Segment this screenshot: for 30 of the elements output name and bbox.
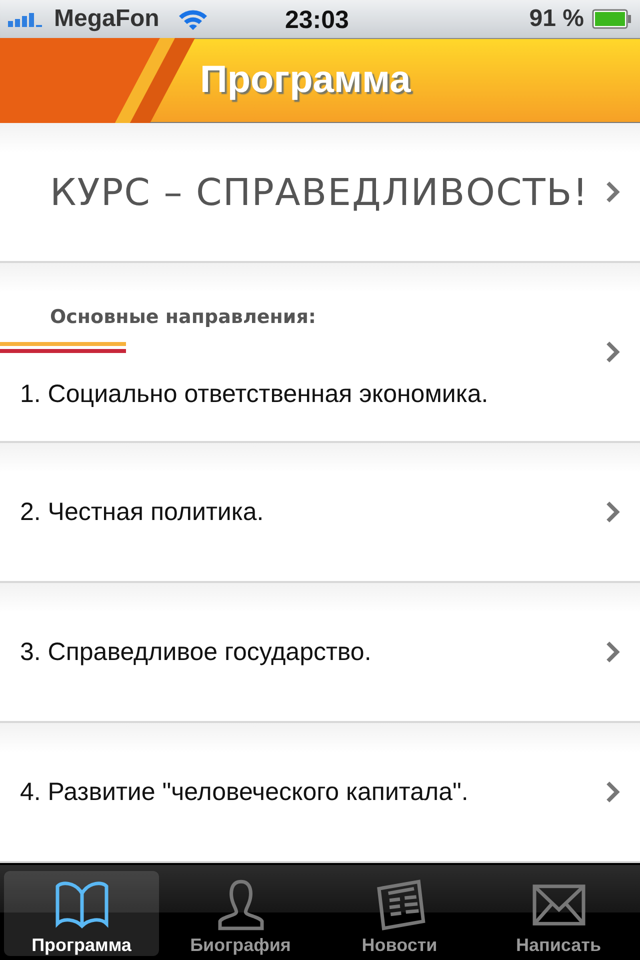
tab-label: Биография bbox=[190, 935, 291, 956]
double-stripe-icon bbox=[0, 342, 126, 354]
list-row[interactable]: 4. Развитие "человеческого капитала". bbox=[0, 723, 640, 864]
chevron-icon bbox=[606, 181, 620, 204]
list-row[interactable]: 3. Справедливое государство. bbox=[0, 583, 640, 724]
list-row[interactable]: Основные направления: 1. Социально ответственная экономика. bbox=[0, 263, 640, 444]
chevron-icon bbox=[606, 781, 620, 804]
tab[interactable]: Новости bbox=[322, 871, 477, 956]
tab[interactable]: Программа bbox=[4, 871, 159, 956]
list-row[interactable]: 2. Честная политика. bbox=[0, 443, 640, 584]
tab-label: Написать bbox=[516, 935, 602, 956]
screen-title: Программа bbox=[200, 59, 411, 102]
item-label: 3. Справедливое государство. bbox=[20, 638, 372, 667]
chevron-icon bbox=[606, 341, 620, 364]
battery-icon bbox=[592, 9, 632, 30]
item-label: 4. Развитие "человеческого капитала". bbox=[20, 778, 470, 807]
clock-time: 23:03 bbox=[285, 6, 349, 35]
list-row[interactable]: КУРС – СПРАВЕДЛИВОСТЬ! bbox=[0, 123, 640, 264]
chevron-icon bbox=[606, 501, 620, 524]
banner-title: КУРС – СПРАВЕДЛИВОСТЬ! bbox=[50, 170, 590, 214]
section-heading: Основные направления: bbox=[50, 306, 317, 328]
carrier-name: MegaFon bbox=[54, 5, 160, 34]
tab[interactable]: Написать bbox=[481, 871, 636, 956]
item-label: 2. Честная политика. bbox=[20, 498, 265, 527]
tab-label: Программа bbox=[32, 935, 132, 956]
item-label: 1. Социально ответственная экономика. bbox=[20, 380, 490, 409]
chevron-icon bbox=[606, 641, 620, 664]
battery-percent: 91 % bbox=[529, 5, 584, 34]
tab-label: Новости bbox=[362, 935, 438, 956]
tab[interactable]: Биография bbox=[163, 871, 318, 956]
